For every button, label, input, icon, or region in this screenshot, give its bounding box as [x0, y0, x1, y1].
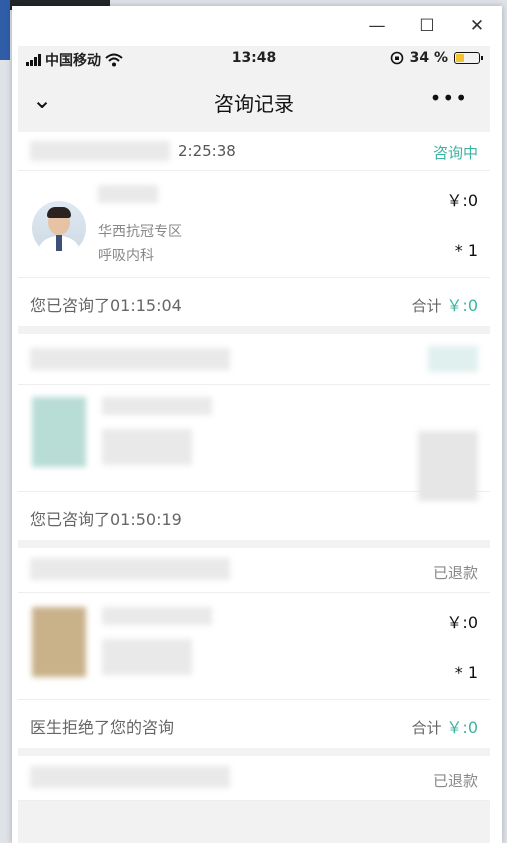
redacted-doctor-name: [102, 397, 212, 415]
order-quantity: * 1: [454, 663, 478, 682]
redacted-text: [30, 558, 230, 580]
redacted-text: [30, 766, 230, 788]
doctor-avatar: [32, 201, 86, 255]
order-total: 合计 ￥:0: [412, 292, 478, 316]
mobile-viewport: 中国移动 13:48 34 % ⌄ 咨询记录 ••• 2:25:38 咨询中 华…: [18, 46, 490, 843]
redacted-avatar: [32, 607, 86, 677]
redacted-text: [30, 348, 230, 370]
close-button[interactable]: ✕: [452, 6, 502, 46]
redacted-department: [102, 429, 192, 465]
order-quantity: * 1: [454, 241, 478, 260]
redacted-status: [428, 346, 478, 372]
redacted-doctor-name: [102, 607, 212, 625]
page-title: 咨询记录: [214, 92, 294, 116]
order-price: ￥:0: [446, 191, 478, 210]
redacted-avatar: [32, 397, 86, 467]
rotation-lock-icon: [390, 51, 403, 65]
order-card[interactable]: 2:25:38 咨询中 华西抗冠专区 呼吸内科 ￥:0 * 1 您已咨询了01:…: [18, 132, 490, 326]
consultation-list: 2:25:38 咨询中 华西抗冠专区 呼吸内科 ￥:0 * 1 您已咨询了01:…: [18, 132, 490, 809]
order-status: 已退款: [432, 772, 478, 790]
order-header: 已退款: [18, 548, 490, 593]
doctor-department: 华西抗冠专区: [98, 224, 182, 240]
order-card[interactable]: 已退款 ￥:0 * 1 医生拒绝了您的咨询 合计 ￥:0: [18, 548, 490, 748]
phone-status-bar: 中国移动 13:48 34 %: [18, 46, 490, 72]
window-controls: — ☐ ✕: [352, 6, 502, 46]
maximize-button[interactable]: ☐: [402, 6, 452, 46]
total-label: 合计: [411, 719, 442, 737]
total-label: 合计: [411, 297, 442, 315]
order-price: ￥:0: [446, 613, 478, 632]
battery-group: 34 %: [390, 50, 483, 66]
order-footer: 医生拒绝了您的咨询 合计 ￥:0: [18, 700, 490, 748]
order-body: [18, 385, 490, 501]
consult-duration: 您已咨询了01:15:04: [30, 296, 182, 315]
order-status: 已退款: [432, 564, 478, 582]
battery-percent: 34 %: [409, 50, 448, 66]
order-card[interactable]: 已退款: [18, 756, 490, 801]
app-window: — ☐ ✕ 中国移动 13:48 34 % ⌄ 咨询记录 ••• 2:25:38…: [12, 6, 502, 843]
more-menu-button[interactable]: •••: [430, 86, 468, 110]
desktop-background: [0, 0, 10, 60]
total-amount: ￥:0: [446, 718, 478, 737]
order-header: [18, 334, 490, 385]
order-body: ￥:0 * 1: [18, 593, 490, 700]
order-header: 2:25:38 咨询中: [18, 132, 490, 171]
redacted-price: [418, 431, 478, 501]
doctor-section: 呼吸内科: [98, 248, 154, 264]
order-card[interactable]: 您已咨询了01:50:19: [18, 334, 490, 540]
consult-duration: 您已咨询了01:50:19: [30, 510, 182, 529]
total-amount: ￥:0: [446, 296, 478, 315]
consult-duration: 医生拒绝了您的咨询: [30, 718, 175, 737]
order-header: 已退款: [18, 756, 490, 801]
redacted-department: [102, 639, 192, 675]
minimize-button[interactable]: —: [352, 6, 402, 46]
order-body: 华西抗冠专区 呼吸内科 ￥:0 * 1: [18, 171, 490, 278]
order-footer: 您已咨询了01:50:19: [18, 492, 490, 540]
redacted-text: [30, 141, 170, 161]
order-time: 2:25:38: [178, 142, 236, 160]
order-footer: 您已咨询了01:15:04 合计 ￥:0: [18, 278, 490, 326]
redacted-doctor-name: [98, 185, 158, 203]
battery-icon: [454, 52, 483, 64]
order-status: 咨询中: [432, 144, 478, 162]
order-total: 合计 ￥:0: [412, 714, 478, 738]
navigation-bar: ⌄ 咨询记录 •••: [18, 72, 490, 132]
